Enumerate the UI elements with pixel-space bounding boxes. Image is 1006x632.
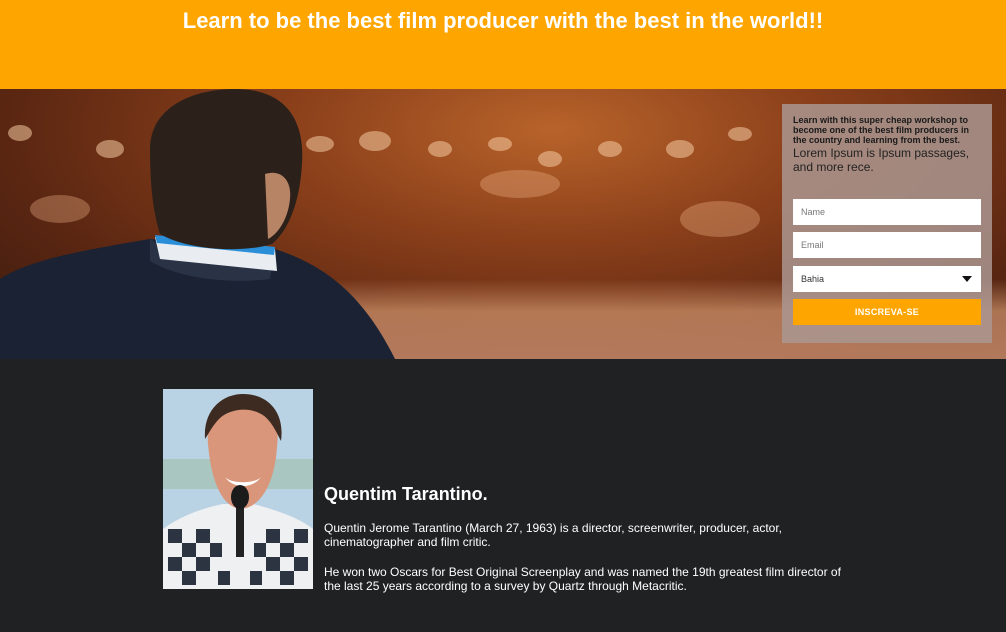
signup-form-panel: Learn with this super cheap workshop to … (782, 104, 992, 343)
email-input[interactable] (793, 232, 981, 258)
name-input[interactable] (793, 199, 981, 225)
director-bio-paragraph-1: Quentin Jerome Tarantino (March 27, 1963… (324, 521, 783, 549)
speaker-silhouette (0, 89, 395, 359)
state-select[interactable]: Bahia (793, 266, 981, 292)
director-name: Quentim Tarantino. (324, 484, 488, 504)
subscribe-button[interactable]: INSCREVA-SE (793, 299, 981, 325)
director-portrait-image (163, 389, 313, 589)
director-photo (163, 389, 313, 589)
director-bio-paragraph-2: He won two Oscars for Best Original Scre… (324, 565, 841, 593)
caret-down-icon (962, 276, 972, 282)
signup-intro-text: Learn with this super cheap workshop to … (793, 115, 970, 145)
signup-lorem-text: Lorem Ipsum is Ipsum passages, and more … (793, 146, 970, 174)
top-banner: Learn to be the best film producer with … (0, 0, 1006, 89)
page-title: Learn to be the best film producer with … (182, 8, 824, 33)
state-select-value: Bahia (801, 274, 825, 284)
